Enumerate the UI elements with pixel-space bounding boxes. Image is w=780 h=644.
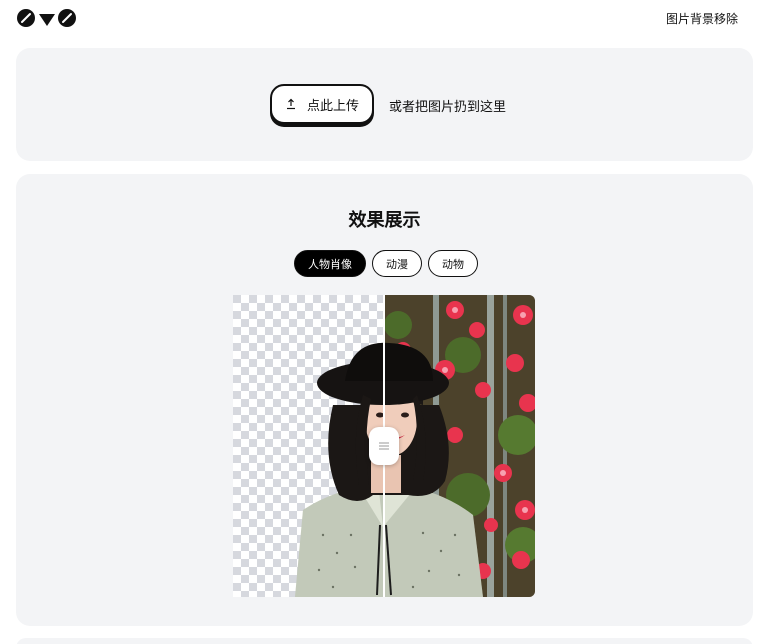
top-bar: 图片背景移除: [0, 0, 780, 40]
upload-arrow-icon: [286, 98, 295, 110]
demo-tabs: 人物肖像 动漫 动物: [294, 250, 478, 277]
logo-icon[interactable]: [16, 8, 78, 28]
tab-portrait[interactable]: 人物肖像: [294, 250, 366, 277]
drop-hint: 或者把图片扔到这里: [389, 100, 507, 115]
upload-area[interactable]: 点此上传 或者把图片扔到这里: [16, 48, 753, 161]
next-section-card: [16, 638, 753, 644]
compare-handle[interactable]: [369, 427, 399, 465]
upload-button[interactable]: 点此上传: [270, 84, 374, 124]
before-after-compare[interactable]: [233, 295, 535, 597]
nav-link-background-removal[interactable]: 图片背景移除: [666, 10, 738, 27]
demo-section: 效果展示 人物肖像 动漫 动物: [16, 174, 753, 626]
upload-button-label: 点此上传: [306, 98, 359, 114]
tab-anime[interactable]: 动漫: [372, 250, 422, 277]
demo-title: 效果展示: [348, 210, 421, 231]
drag-handle-icon: [379, 442, 389, 450]
tab-animal[interactable]: 动物: [428, 250, 478, 277]
